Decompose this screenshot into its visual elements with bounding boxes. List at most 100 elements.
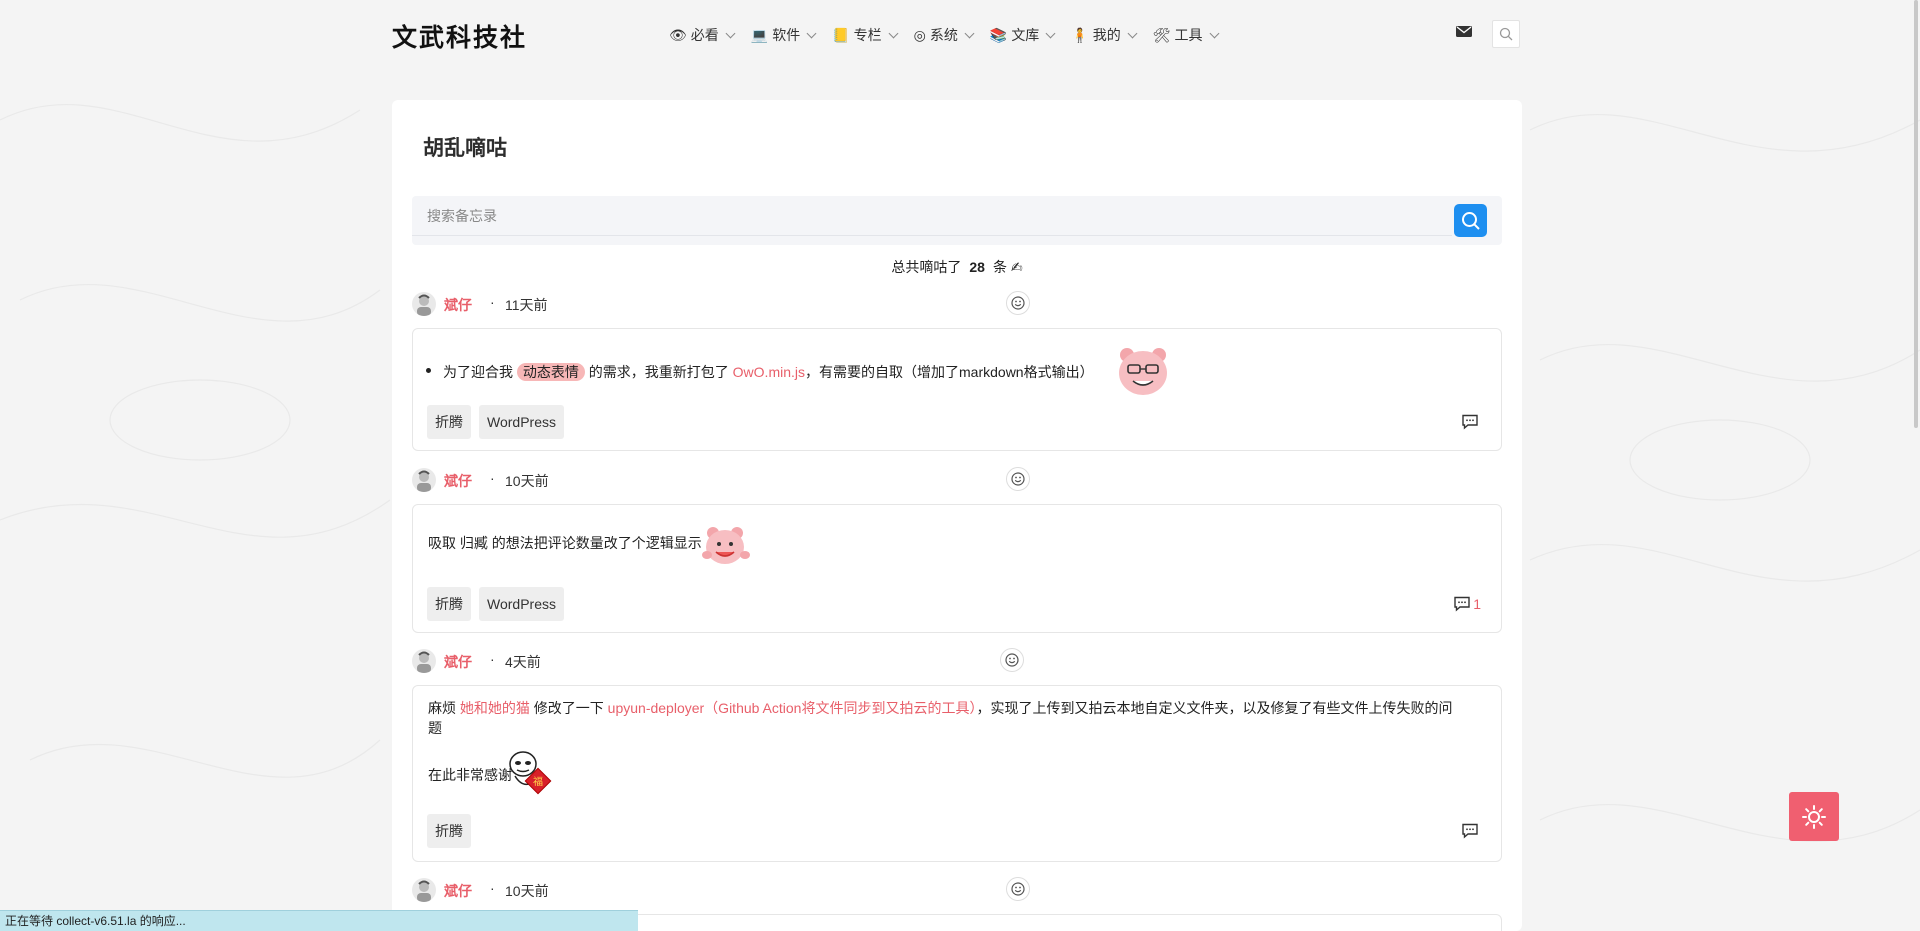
tag-chip[interactable]: WordPress [479, 405, 564, 439]
reaction-button[interactable] [1006, 877, 1030, 901]
post-header: 斌仔 · 11天前 [412, 288, 1502, 318]
mention[interactable]: 归臧 [460, 535, 488, 551]
memo-search [412, 196, 1502, 245]
site-logo[interactable]: 文武科技社 [392, 18, 527, 54]
chevron-down-icon [964, 28, 975, 38]
reaction-button[interactable] [1006, 291, 1030, 315]
smiley-icon [1005, 653, 1019, 667]
tag-chip[interactable]: 折腾 [427, 405, 471, 439]
tools-icon: 🛠 [1152, 26, 1171, 43]
chevron-down-icon [1209, 28, 1219, 38]
comment-button[interactable] [1461, 414, 1481, 430]
comment-icon [1462, 823, 1478, 839]
nav-item-column[interactable]: 📒 专栏 [832, 25, 899, 45]
comment-button[interactable]: 1 [1453, 596, 1481, 612]
separator-dot: · [490, 651, 495, 667]
separator-dot: · [490, 294, 495, 310]
highlight-tag: 动态表情 [516, 363, 585, 381]
site-header: 文武科技社 👁 必看 💻 软件 📒 专栏 ◎ 系统 📚 文库 🧍 我的 🛠 工具 [392, 0, 1522, 70]
post-author[interactable]: 斌仔 [444, 881, 472, 901]
count-suffix: 条 [992, 259, 1007, 275]
post-header: 斌仔 · 4天前 [412, 645, 1502, 675]
scrollbar-thumb[interactable] [1914, 0, 1918, 428]
post-tags: 折腾 WordPress [427, 405, 564, 439]
fu-text: 福 [533, 775, 543, 788]
nav-item-bikan[interactable]: 👁 必看 [669, 25, 736, 45]
nav-label: 文库 [1011, 27, 1040, 43]
tag-chip[interactable]: WordPress [479, 587, 564, 621]
post-time: 10天前 [505, 883, 549, 899]
reaction-button[interactable] [1006, 467, 1030, 491]
page-title: 胡乱嘀咕 [423, 137, 507, 160]
memo-post: 吸取 归臧 的想法把评论数量改了个逻辑显示 折腾 WordPress 1 [412, 504, 1502, 633]
search-submit-button[interactable] [1454, 204, 1487, 237]
writing-hand-icon: ✍ [1010, 259, 1023, 275]
chevron-down-icon [806, 28, 817, 38]
avatar[interactable] [412, 649, 436, 673]
header-search-button[interactable] [1492, 20, 1520, 48]
chevron-down-icon [888, 28, 899, 38]
post-author[interactable]: 斌仔 [444, 652, 472, 672]
memo-post: 麻烦 她和她的猫 修改了一下 upyun-deployer（Github Act… [412, 685, 1502, 862]
nav-item-system[interactable]: ◎ 系统 [914, 25, 975, 45]
bullet [426, 368, 431, 373]
post-content: 吸取 归臧 的想法把评论数量改了个逻辑显示 [428, 535, 702, 551]
comment-count: 1 [1473, 596, 1481, 612]
post-content: 麻烦 她和她的猫 修改了一下 upyun-deployer（Github Act… [428, 700, 1453, 716]
pig-emoji-sticker [1119, 348, 1167, 395]
search-input[interactable] [412, 196, 1452, 236]
laptop-icon: 💻 [750, 26, 769, 43]
nav-item-library[interactable]: 📚 文库 [989, 25, 1056, 45]
post-content-wrap: 题 [428, 720, 442, 736]
separator-dot: · [490, 470, 495, 486]
count-prefix: 总共嘀咕了 [891, 259, 962, 275]
tag-chip[interactable]: 折腾 [427, 587, 471, 621]
notebook-icon: 📒 [832, 26, 850, 43]
smiley-icon [1011, 472, 1025, 486]
post-author[interactable]: 斌仔 [444, 471, 472, 491]
avatar[interactable] [412, 878, 436, 902]
mail-icon[interactable] [1456, 26, 1472, 37]
nav-label: 专栏 [853, 27, 882, 43]
avatar[interactable] [412, 292, 436, 316]
theme-toggle-button[interactable] [1789, 792, 1839, 841]
post-time: 11天前 [505, 297, 548, 313]
fu-emoji-sticker: 福 [509, 751, 552, 795]
person-icon: 🧍 [1071, 26, 1089, 43]
reaction-button[interactable] [1000, 648, 1024, 672]
post-tags: 折腾 [427, 814, 471, 848]
mention-link[interactable]: 她和她的猫 [460, 700, 530, 716]
memo-card: 胡乱嘀咕 总共嘀咕了 28 条 ✍ 斌仔 · 11天前 为了迎合我 动态表情 的需求… [392, 100, 1522, 931]
chevron-down-icon [1127, 28, 1138, 38]
comment-button[interactable] [1461, 823, 1481, 839]
nav-item-software[interactable]: 💻 软件 [750, 25, 817, 45]
chevron-down-icon [725, 28, 736, 38]
owo-link[interactable]: OwO.min.js [733, 364, 805, 380]
nav-label: 工具 [1174, 27, 1203, 43]
avatar[interactable] [412, 468, 436, 492]
nav-label: 必看 [690, 27, 719, 43]
search-icon [1461, 211, 1480, 230]
comment-icon [1462, 414, 1478, 430]
tag-chip[interactable]: 折腾 [427, 814, 471, 848]
nav-item-mine[interactable]: 🧍 我的 [1071, 25, 1138, 45]
nav-label: 软件 [772, 27, 801, 43]
page-scrollbar[interactable] [1912, 0, 1920, 931]
books-icon: 📚 [989, 26, 1008, 43]
pig-emoji-sticker [702, 527, 750, 564]
smiley-icon [1011, 296, 1025, 310]
comment-icon [1454, 596, 1470, 612]
separator-dot: · [490, 880, 495, 896]
post-content-thanks: 在此非常感谢 [428, 767, 512, 783]
main-nav: 👁 必看 💻 软件 📒 专栏 ◎ 系统 📚 文库 🧍 我的 🛠 工具 [669, 25, 1219, 45]
sun-icon [1802, 804, 1826, 829]
chevron-down-icon [1045, 28, 1056, 38]
nav-item-tools[interactable]: 🛠 工具 [1152, 25, 1219, 45]
nav-label: 我的 [1092, 27, 1121, 43]
browser-status-bar: 正在等待 collect-v6.51.la 的响应... [0, 910, 638, 931]
post-content: 为了迎合我 动态表情 的需求，我重新打包了 OwO.min.js，有需要的自取（… [426, 362, 1094, 382]
post-header: 斌仔 · 10天前 [412, 874, 1502, 904]
upyun-deployer-link[interactable]: upyun-deployer（Github Action将文件同步到又拍云的工具… [608, 700, 977, 716]
post-author[interactable]: 斌仔 [444, 295, 472, 315]
smiley-icon [1011, 882, 1025, 896]
